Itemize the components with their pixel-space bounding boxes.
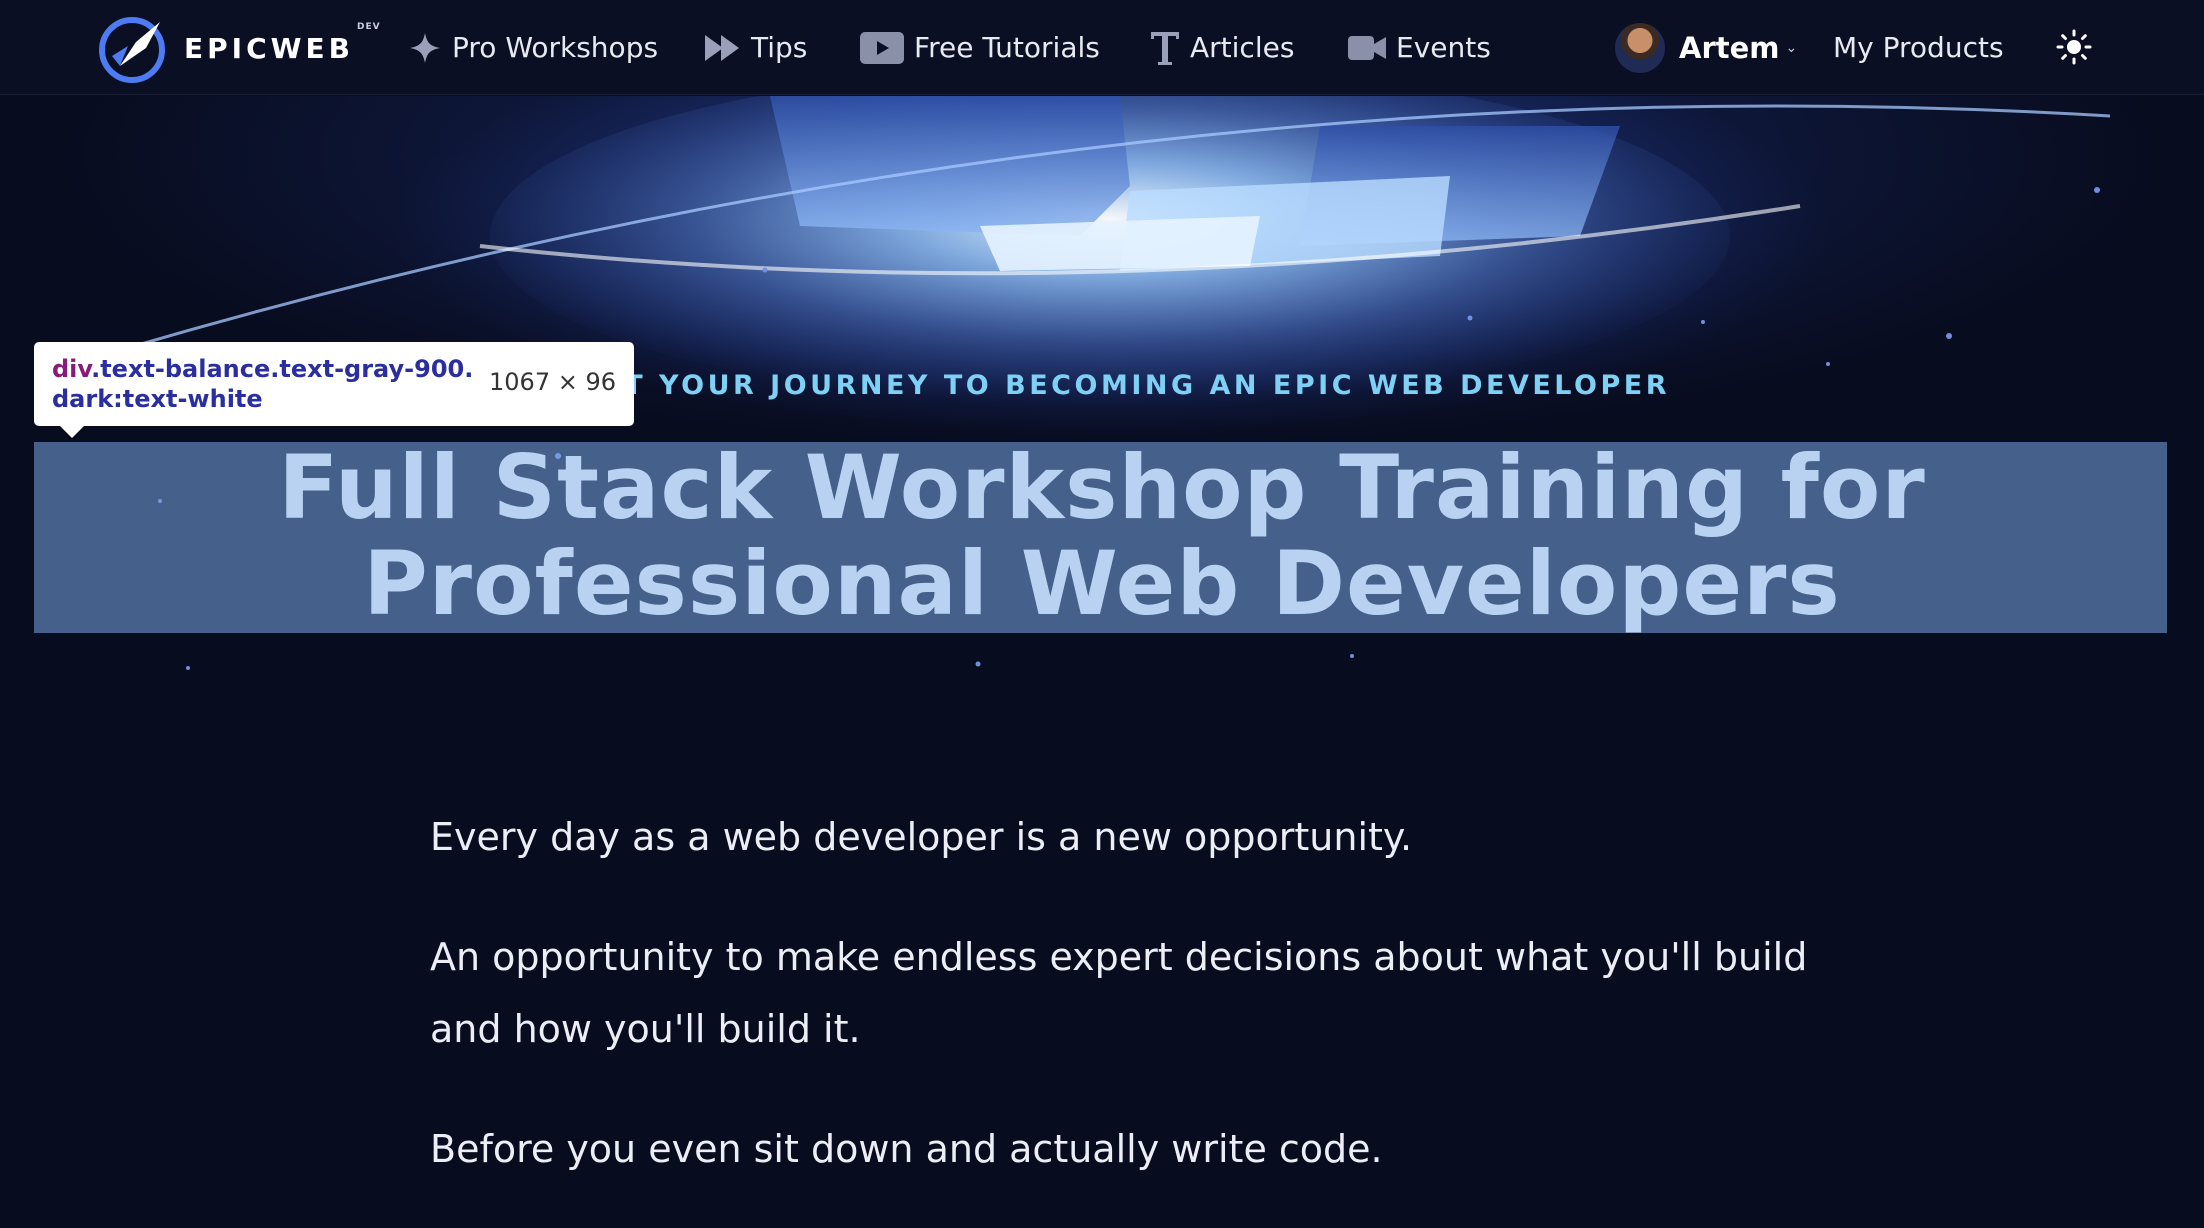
theme-toggle-button[interactable] bbox=[2054, 27, 2094, 67]
intro-paragraph-1: Every day as a web developer is a new op… bbox=[430, 815, 1413, 859]
tooltip-selector: div.text-balance.text-gray-900. dark:tex… bbox=[52, 355, 474, 413]
user-menu[interactable]: Artem ⌄ bbox=[1615, 0, 1797, 95]
tooltip-dimensions: 1067 × 96 bbox=[489, 368, 616, 396]
my-products-link[interactable]: My Products bbox=[1833, 0, 2004, 95]
nav-events-label: Events bbox=[1396, 31, 1491, 64]
video-camera-icon bbox=[1348, 34, 1386, 62]
sparkle-icon bbox=[408, 31, 442, 65]
play-icon bbox=[860, 31, 904, 64]
nav-articles-label: Articles bbox=[1190, 31, 1295, 64]
nav-tips[interactable]: Tips bbox=[705, 0, 807, 95]
headline-line-1: Full Stack Workshop Training for bbox=[278, 436, 1926, 539]
intro-paragraph-2: An opportunity to make endless expert de… bbox=[430, 935, 1808, 1051]
nav-tips-label: Tips bbox=[751, 31, 808, 64]
devtools-inspector-tooltip: div.text-balance.text-gray-900. dark:tex… bbox=[34, 342, 634, 438]
nav-events[interactable]: Events bbox=[1348, 0, 1491, 95]
sun-icon bbox=[2056, 29, 2092, 65]
intro-paragraph-3: Before you even sit down and actually wr… bbox=[430, 1127, 1383, 1171]
nav-articles[interactable]: Articles bbox=[1150, 0, 1294, 95]
user-name: Artem bbox=[1679, 30, 1780, 65]
nav-free-tutorials[interactable]: Free Tutorials bbox=[860, 0, 1100, 95]
nav-free-tutorials-label: Free Tutorials bbox=[914, 31, 1100, 64]
top-navigation: EPICWEBDEV Pro Workshops Tips Free Tutor… bbox=[0, 0, 2204, 95]
nav-pro-workshops[interactable]: Pro Workshops bbox=[408, 0, 658, 95]
logo-text: EPICWEBDEV bbox=[184, 21, 381, 65]
text-t-icon bbox=[1150, 30, 1180, 66]
avatar bbox=[1615, 22, 1665, 73]
chevron-down-icon: ⌄ bbox=[1785, 39, 1798, 56]
headline-line-2: Professional Web Developers bbox=[363, 532, 1841, 635]
rocket-logo-icon bbox=[99, 17, 165, 83]
epicweb-logo[interactable]: EPICWEBDEV bbox=[98, 10, 381, 86]
hero-headline: Full Stack Workshop Training for Profess… bbox=[0, 440, 2204, 632]
fast-forward-icon bbox=[705, 34, 741, 61]
nav-pro-workshops-label: Pro Workshops bbox=[452, 31, 659, 64]
